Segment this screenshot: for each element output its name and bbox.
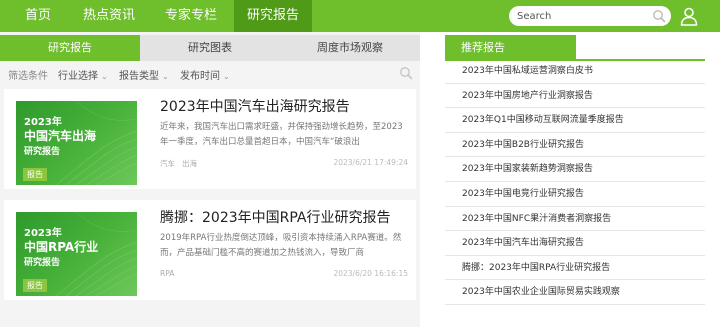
filter-industry-label: 行业选择 bbox=[58, 71, 98, 82]
filter-publish-time[interactable]: 发布时间 ⌄ bbox=[180, 67, 230, 82]
recommend-title: 推荐报告 bbox=[445, 35, 576, 61]
nav-item-expert-column[interactable]: 专家专栏 bbox=[154, 0, 228, 32]
report-tags: 汽车 出海 bbox=[160, 158, 204, 169]
thumbnail-year: 2023年 bbox=[24, 228, 62, 239]
filter-search-icon[interactable] bbox=[399, 66, 413, 80]
filter-bar: 筛选条件 行业选择 ⌄ 报告类型 ⌄ 发布时间 ⌄ bbox=[0, 61, 420, 85]
recommend-item[interactable]: 2023年中国NFC果汁消费者洞察报告 bbox=[445, 207, 705, 232]
nav-item-hot-news[interactable]: 热点资讯 bbox=[72, 0, 146, 32]
recommend-list: 2023年中国私域运营洞察白皮书 2023年中国房地产行业洞察报告 2023年Q… bbox=[445, 59, 705, 305]
recommend-item[interactable]: 2023年中国汽车出海研究报告 bbox=[445, 231, 705, 256]
recommend-header: 推荐报告 bbox=[445, 35, 705, 61]
chevron-down-icon: ⌄ bbox=[101, 72, 108, 81]
report-thumbnail[interactable]: 2023年 中国RPA行业 研究报告 报告 bbox=[16, 212, 137, 296]
recommend-item[interactable]: 腾挪：2023年中国RPA行业研究报告 bbox=[445, 256, 705, 281]
report-tag[interactable]: RPA bbox=[160, 269, 174, 278]
thumbnail-title: 中国汽车出海 bbox=[24, 129, 97, 143]
chevron-down-icon: ⌄ bbox=[162, 72, 169, 81]
search-box bbox=[509, 6, 671, 26]
report-card[interactable]: 2023年 中国汽车出海 研究报告 报告 2023年中国汽车出海研究报告 近年来… bbox=[4, 89, 416, 189]
recommend-item[interactable]: 2023年中国家装新趋势洞察报告 bbox=[445, 157, 705, 182]
recommend-item[interactable]: 2023年Q1中国移动互联网流量季度报告 bbox=[445, 108, 705, 133]
recommend-sidebar: 推荐报告 2023年中国私域运营洞察白皮书 2023年中国房地产行业洞察报告 2… bbox=[445, 32, 705, 327]
tab-research-reports[interactable]: 研究报告 bbox=[0, 35, 140, 61]
filter-report-type-label: 报告类型 bbox=[119, 71, 159, 82]
chevron-down-icon: ⌄ bbox=[223, 72, 230, 81]
thumbnail-title: 中国RPA行业 bbox=[24, 240, 99, 254]
filter-publish-time-label: 发布时间 bbox=[180, 71, 220, 82]
report-summary: 2019年RPA行业热度倒达顶峰，吸引资本持续涌入RPA赛道。然而，产品基础门槛… bbox=[160, 233, 402, 258]
recommend-item[interactable]: 2023年中国农业企业国际贸易实践观察 bbox=[445, 280, 705, 305]
thumbnail-year: 2023年 bbox=[24, 117, 62, 128]
report-card[interactable]: 2023年 中国RPA行业 研究报告 报告 腾挪：2023年中国RPA行业研究报… bbox=[4, 200, 416, 300]
report-title[interactable]: 2023年中国汽车出海研究报告 bbox=[160, 96, 350, 116]
report-tabs: 研究报告 研究图表 周度市场观察 bbox=[0, 35, 420, 61]
top-nav: 首页 热点资讯 专家专栏 研究报告 bbox=[0, 0, 720, 32]
report-date: 2023/6/21 17:49:24 bbox=[333, 158, 408, 167]
nav-item-home[interactable]: 首页 bbox=[12, 0, 64, 32]
report-summary: 近年来，我国汽车出口需求旺盛，并保持强劲增长趋势，至2023年一季度，汽车出口总… bbox=[160, 122, 403, 147]
filter-report-type[interactable]: 报告类型 ⌄ bbox=[119, 67, 169, 82]
filter-label: 筛选条件 bbox=[8, 71, 48, 82]
recommend-item[interactable]: 2023年中国B2B行业研究报告 bbox=[445, 133, 705, 158]
user-icon[interactable] bbox=[679, 6, 699, 26]
nav-item-research-reports[interactable]: 研究报告 bbox=[234, 0, 312, 32]
report-tag[interactable]: 出海 bbox=[182, 159, 197, 168]
report-title[interactable]: 腾挪：2023年中国RPA行业研究报告 bbox=[160, 207, 390, 227]
report-date: 2023/6/20 16:16:15 bbox=[333, 269, 408, 278]
search-input[interactable] bbox=[517, 8, 647, 24]
report-thumbnail[interactable]: 2023年 中国汽车出海 研究报告 报告 bbox=[16, 101, 137, 185]
recommend-item[interactable]: 2023年中国电竞行业研究报告 bbox=[445, 182, 705, 207]
filter-industry[interactable]: 行业选择 ⌄ bbox=[58, 67, 108, 82]
report-tag[interactable]: 汽车 bbox=[160, 159, 175, 168]
tab-weekly-market[interactable]: 周度市场观察 bbox=[280, 35, 420, 61]
thumbnail-badge: 报告 bbox=[23, 168, 47, 181]
recommend-item[interactable]: 2023年中国私域运营洞察白皮书 bbox=[445, 59, 705, 84]
thumbnail-subtitle: 研究报告 bbox=[24, 258, 61, 268]
tab-research-charts[interactable]: 研究图表 bbox=[140, 35, 280, 61]
report-list-panel: 研究报告 研究图表 周度市场观察 筛选条件 行业选择 ⌄ 报告类型 ⌄ 发布时间 ⌄ … bbox=[0, 32, 420, 327]
recommend-item[interactable]: 2023年中国房地产行业洞察报告 bbox=[445, 84, 705, 109]
thumbnail-badge: 报告 bbox=[23, 279, 47, 292]
thumbnail-subtitle: 研究报告 bbox=[24, 147, 61, 157]
search-icon[interactable] bbox=[652, 9, 666, 23]
report-tags: RPA bbox=[160, 269, 181, 278]
